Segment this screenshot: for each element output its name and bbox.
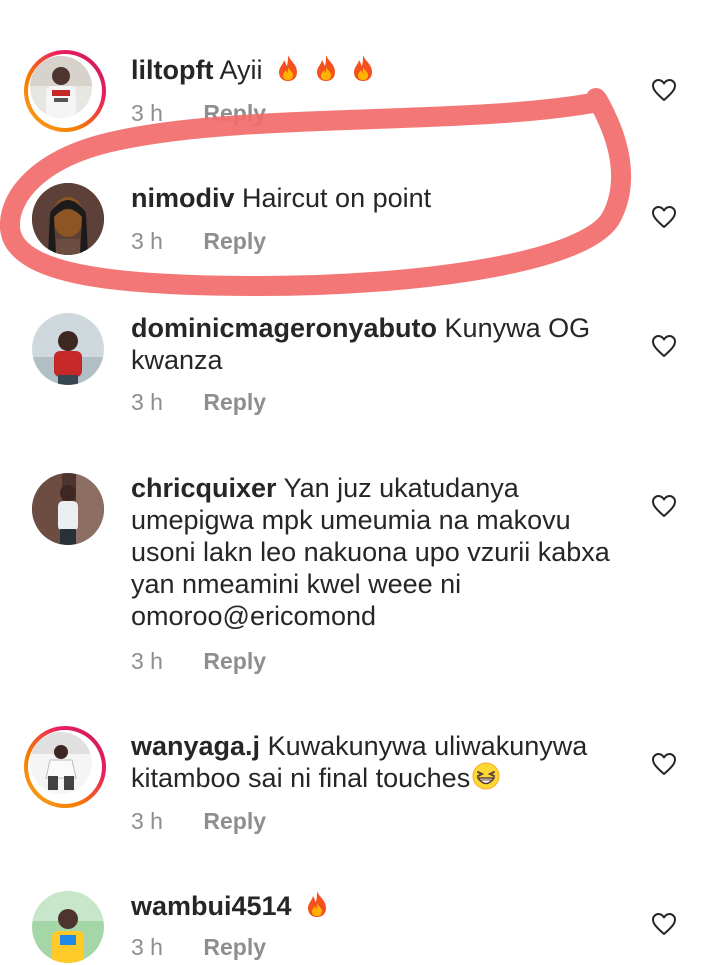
- heart-icon[interactable]: [651, 494, 677, 518]
- comment-username[interactable]: chricquixer: [131, 473, 277, 503]
- comment-time: 3 h: [131, 648, 163, 674]
- reply-button[interactable]: Reply: [203, 389, 266, 415]
- highlight-annotation: [0, 88, 632, 296]
- heart-icon[interactable]: [651, 334, 677, 358]
- comment-username[interactable]: wanyaga.j: [131, 731, 260, 761]
- comment-time: 3 h: [131, 228, 163, 254]
- reply-button[interactable]: Reply: [203, 934, 266, 960]
- comment-meta: 3 h Reply: [131, 934, 266, 961]
- comment-body: Ayii: [219, 55, 263, 85]
- comment-time: 3 h: [131, 808, 163, 834]
- comment-text: dominicmageronyabuto Kunywa OG kwanza: [131, 312, 611, 376]
- avatar[interactable]: [32, 891, 104, 963]
- comment-body: Haircut on point: [242, 183, 432, 213]
- avatar[interactable]: [32, 183, 104, 255]
- fire-emoji-icon: [351, 54, 375, 82]
- comment-meta: 3 h Reply: [131, 648, 266, 675]
- comment-meta: 3 h Reply: [131, 389, 266, 416]
- grinning-squinting-face-emoji-icon: [472, 762, 500, 790]
- comment-text: chricquixer Yan juz ukatudanya umepigwa …: [131, 472, 611, 632]
- reply-button[interactable]: Reply: [203, 648, 266, 674]
- comment-time: 3 h: [131, 389, 163, 415]
- heart-icon[interactable]: [651, 912, 677, 936]
- comment-meta: 3 h Reply: [131, 808, 266, 835]
- fire-emoji-icon: [314, 54, 338, 82]
- comment-time: 3 h: [131, 100, 163, 126]
- comment-text: nimodiv Haircut on point: [131, 182, 611, 214]
- heart-icon[interactable]: [651, 752, 677, 776]
- avatar-photo: [30, 56, 92, 118]
- comment-time: 3 h: [131, 934, 163, 960]
- reply-button[interactable]: Reply: [203, 228, 266, 254]
- fire-emoji-icon: [276, 54, 300, 82]
- comment-meta: 3 h Reply: [131, 228, 266, 255]
- avatar[interactable]: [24, 726, 106, 808]
- comment-username[interactable]: liltopft: [131, 55, 213, 85]
- comment-username[interactable]: wambui4514: [131, 891, 292, 921]
- fire-emoji-icon: [305, 890, 329, 918]
- reply-button[interactable]: Reply: [203, 100, 266, 126]
- heart-icon[interactable]: [651, 205, 677, 229]
- comment-username[interactable]: dominicmageronyabuto: [131, 313, 437, 343]
- heart-icon[interactable]: [651, 78, 677, 102]
- avatar[interactable]: [32, 313, 104, 385]
- avatar-photo: [30, 732, 92, 794]
- comment-text: liltopft Ayii: [131, 54, 611, 86]
- comment-meta: 3 h Reply: [131, 100, 266, 127]
- comment-text: wambui4514: [131, 890, 611, 922]
- comment-text: wanyaga.j Kuwakunywa uliwakunywa kitambo…: [131, 730, 611, 794]
- avatar[interactable]: [24, 50, 106, 132]
- reply-button[interactable]: Reply: [203, 808, 266, 834]
- avatar[interactable]: [32, 473, 104, 545]
- comment-username[interactable]: nimodiv: [131, 183, 235, 213]
